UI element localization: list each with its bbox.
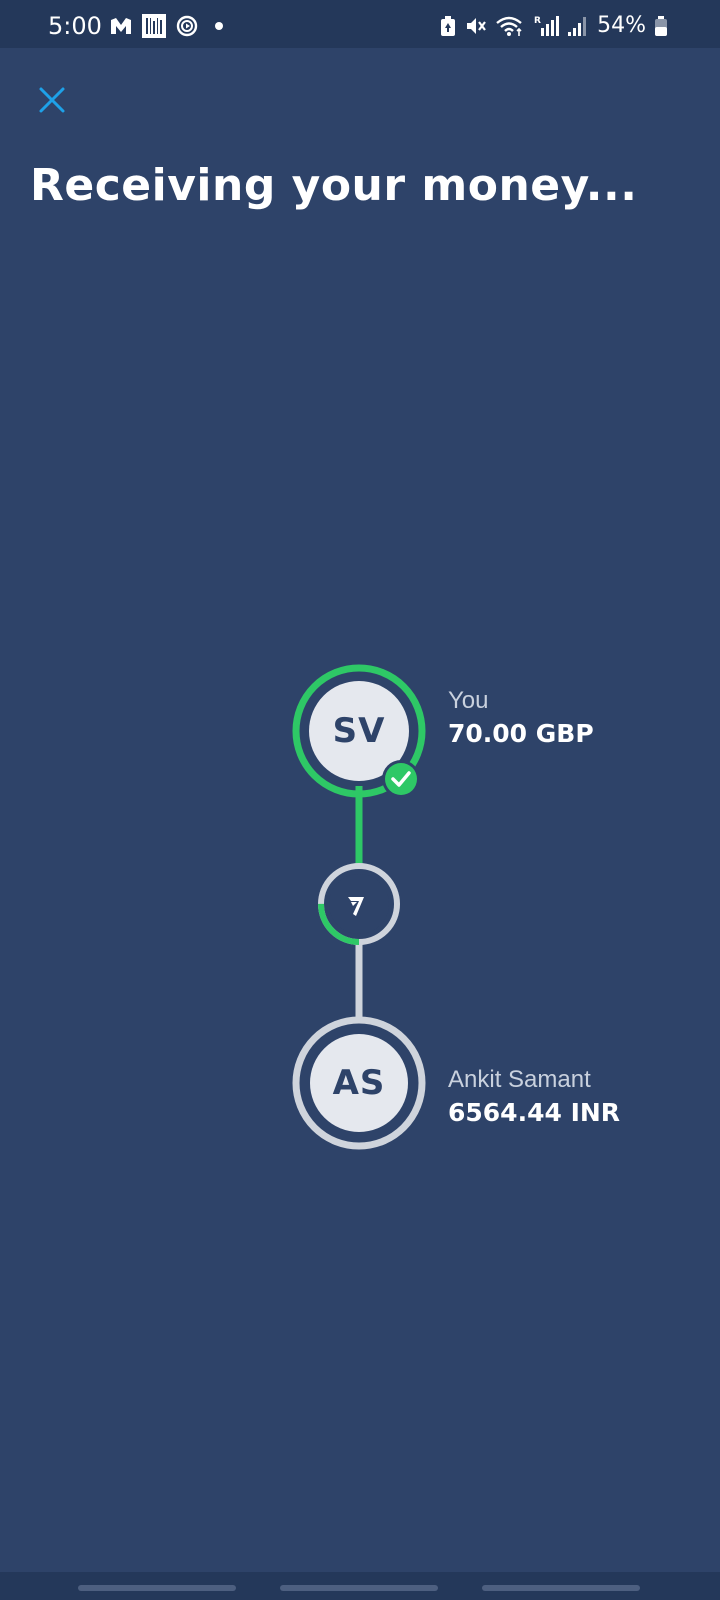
barcode-icon — [142, 14, 166, 38]
battery-saver-icon — [441, 16, 456, 36]
recipient-name: Ankit Samant — [448, 1066, 591, 1093]
provider-ring — [318, 863, 400, 945]
sender-ring — [292, 664, 426, 798]
navigation-bar — [0, 1572, 720, 1600]
signal-icon — [568, 17, 587, 36]
sender-details: You 70.00 GBP — [448, 686, 594, 752]
m-logo-icon — [111, 18, 131, 34]
nav-recents-button[interactable] — [78, 1585, 236, 1591]
sender-amount: 70.00 GBP — [448, 719, 594, 748]
recipient-ring — [292, 1016, 426, 1150]
wise-logo-icon — [348, 897, 364, 916]
play-circle-icon — [176, 15, 198, 37]
close-button[interactable] — [32, 80, 72, 120]
status-time: 5:00 — [48, 12, 102, 40]
recipient-details: Ankit Samant 6564.44 INR — [448, 1065, 620, 1131]
sender-initials: SV — [332, 711, 386, 751]
signal-r-icon: R — [534, 16, 560, 36]
recipient-amount: 6564.44 INR — [448, 1098, 621, 1127]
mute-icon — [467, 18, 486, 34]
battery-icon — [655, 16, 667, 36]
provider-node — [329, 874, 389, 934]
page-title: Receiving your money... — [30, 160, 638, 211]
nav-back-button[interactable] — [482, 1585, 640, 1591]
transfer-tracker: SV You 70.00 GBP AS Ankit Samant 6564.44… — [0, 0, 720, 1600]
recipient-avatar: AS — [310, 1034, 408, 1132]
wifi-icon — [496, 16, 522, 36]
status-right: R 54% — [439, 12, 668, 40]
nav-home-button[interactable] — [280, 1585, 438, 1591]
sender-avatar: SV — [309, 681, 409, 781]
status-bar: 5:00 R 54% — [0, 0, 720, 48]
provider-progress-arc — [318, 863, 400, 945]
status-left-icons — [110, 12, 226, 40]
recipient-initials: AS — [332, 1063, 386, 1103]
tracker-graphics — [292, 664, 426, 1150]
svg-text:R: R — [534, 16, 541, 26]
battery-percentage: 54% — [597, 13, 646, 38]
sender-name: You — [448, 687, 489, 714]
check-badge-icon — [382, 760, 420, 798]
dot-icon — [215, 22, 223, 30]
close-icon — [39, 87, 65, 113]
